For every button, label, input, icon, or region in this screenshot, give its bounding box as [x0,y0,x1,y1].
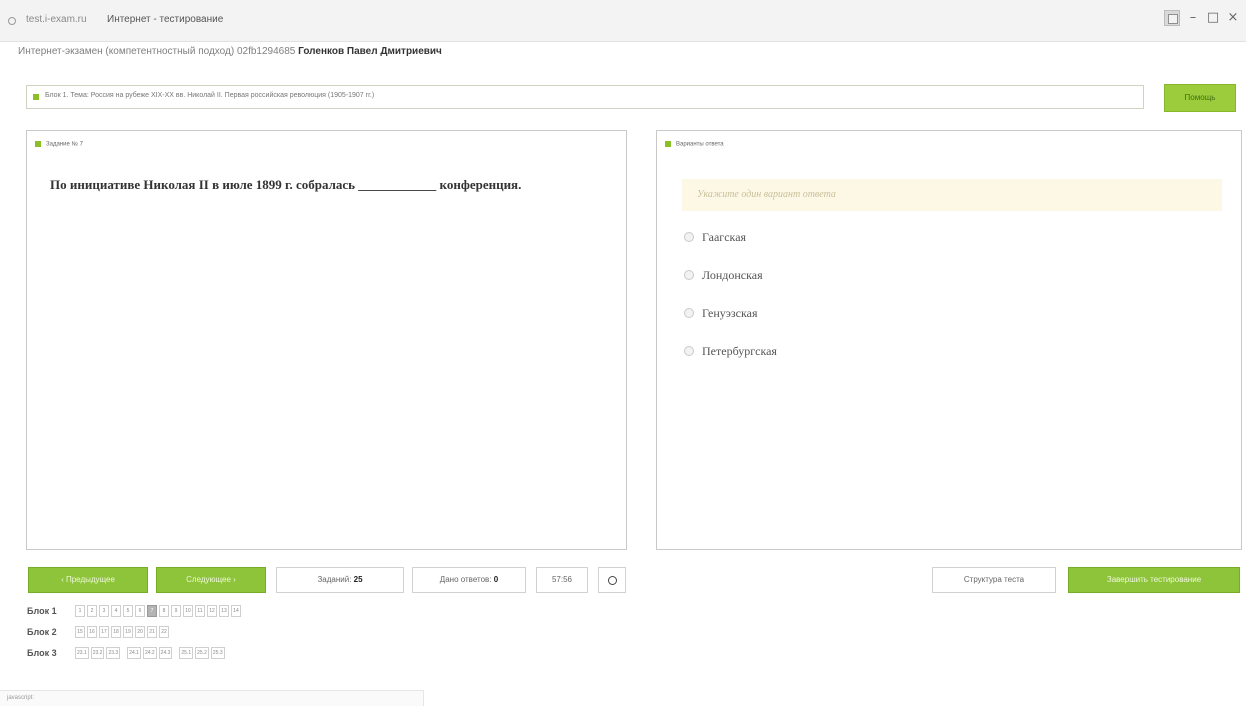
task-page-link[interactable]: 11 [195,605,205,617]
window-controls: – □ × [1164,10,1240,26]
close-icon[interactable]: × [1226,10,1240,26]
task-page-link[interactable]: 9 [171,605,181,617]
student-name: Голенков Павел Дмитриевич [298,46,442,57]
answered-label: Дано ответов: [439,575,492,584]
task-page-link[interactable]: 1 [75,605,85,617]
task-page-link[interactable]: 21 [147,626,157,638]
answer-option[interactable]: Петербургская [684,342,777,360]
block-pages: 15 16 17 18 19 20 21 22 [75,626,174,638]
topic-marker-icon [33,94,39,100]
block-row: Блок 2 15 16 17 18 19 20 21 22 [27,624,174,640]
task-page-link[interactable]: 7 [147,605,157,617]
status-text: javascript: [7,695,35,701]
answer-option[interactable]: Лондонская [684,266,763,284]
exam-prefix: Интернет-экзамен (компетентностный подхо… [18,46,296,57]
task-page-link[interactable]: 5 [123,605,133,617]
radio-icon[interactable] [684,270,694,280]
block-label: Блок 3 [27,648,57,658]
question-text: По инициативе Николая II в июле 1899 г. … [50,177,522,192]
task-page-link[interactable]: 23.2 [90,647,105,659]
task-page-link[interactable]: 23.3 [106,647,121,659]
task-page-link[interactable]: 4 [111,605,121,617]
answered-counter: Дано ответов: 0 [412,567,526,593]
page-group: 23.1 23.2 23.3 [75,647,121,659]
task-page-link[interactable]: 19 [123,626,133,638]
window-url: test.i-exam.ru [26,14,87,25]
task-page-link[interactable]: 17 [99,626,109,638]
topic-bar: Блок 1. Тема: Россия на рубеже XIX-XX вв… [26,85,1144,109]
question-number: Задание № 7 [46,141,83,148]
title-bar: test.i-exam.ru Интернет - тестирование –… [0,0,1246,42]
answers-title: Варианты ответа [676,141,724,148]
block-pages: 1 2 3 4 5 6 7 8 9 10 11 12 13 14 [75,605,246,617]
minimize-icon[interactable]: – [1186,10,1200,26]
radio-icon[interactable] [684,232,694,242]
page-group: 24.1 24.2 24.3 [127,647,173,659]
task-page-link[interactable]: 13 [219,605,229,617]
question-panel: Задание № 7 По инициативе Николая II в и… [26,130,627,550]
block-label: Блок 2 [27,627,57,637]
question-marker-icon [35,141,41,147]
app-icon[interactable] [1164,10,1180,26]
answers-header: Варианты ответа [665,141,724,148]
task-page-link[interactable]: 14 [231,605,241,617]
block-row: Блок 1 1 2 3 4 5 6 7 8 9 10 11 12 13 14 [27,603,246,619]
answers-panel: Варианты ответа Укажите один вариант отв… [656,130,1242,550]
block-label: Блок 1 [27,606,57,616]
window-title: Интернет - тестирование [107,14,224,25]
exam-info: Интернет-экзамен (компетентностный подхо… [18,46,442,57]
task-page-link[interactable]: 8 [159,605,169,617]
task-page-link[interactable]: 6 [135,605,145,617]
answer-option[interactable]: Генуэзская [684,304,757,322]
page-icon [8,17,16,25]
next-button[interactable]: Следующее › [156,567,266,593]
gear-icon [608,576,617,585]
task-page-link[interactable]: 10 [183,605,193,617]
task-page-link[interactable]: 12 [207,605,217,617]
task-page-link[interactable]: 3 [99,605,109,617]
timer: 57:56 [536,567,588,593]
test-structure-button[interactable]: Структура теста [932,567,1056,593]
task-page-link[interactable]: 25.1 [179,647,194,659]
topic-text: Блок 1. Тема: Россия на рубеже XIX-XX вв… [45,92,375,99]
task-page-link[interactable]: 15 [75,626,85,638]
settings-button[interactable] [598,567,626,593]
task-page-link[interactable]: 25.3 [210,647,225,659]
answers-marker-icon [665,141,671,147]
answered-value: 0 [493,575,499,584]
answer-option[interactable]: Гаагская [684,228,746,246]
answer-hint: Укажите один вариант ответа [682,179,1222,211]
finish-test-button[interactable]: Завершить тестирование [1068,567,1240,593]
page-group: 15 16 17 18 19 20 21 22 [75,626,169,638]
task-page-link[interactable]: 2 [87,605,97,617]
answer-option-label[interactable]: Лондонская [702,268,763,283]
help-button[interactable]: Помощь [1164,84,1236,112]
task-page-link[interactable]: 24.3 [158,647,173,659]
previous-button[interactable]: ‹ Предыдущее [28,567,148,593]
tasks-value: 25 [353,575,363,584]
block-pages: 23.1 23.2 23.3 24.1 24.2 24.3 25.1 25.2 25.3 [75,647,230,659]
answer-option-label[interactable]: Гаагская [702,230,746,245]
task-page-link[interactable]: 24.1 [127,647,141,659]
tasks-label: Заданий: [317,575,352,584]
block-row: Блок 3 23.1 23.2 23.3 24.1 24.2 24.3 25.1 25.2 25… [27,645,230,661]
radio-icon[interactable] [684,308,694,318]
task-page-link[interactable]: 18 [111,626,121,638]
radio-icon[interactable] [684,346,694,356]
tasks-counter: Заданий: 25 [276,567,404,593]
maximize-icon[interactable]: □ [1206,10,1220,26]
task-page-link[interactable]: 20 [135,626,145,638]
task-page-link[interactable]: 22 [159,626,169,638]
task-page-link[interactable]: 16 [87,626,97,638]
answer-hint-text: Укажите один вариант ответа [697,189,836,200]
task-page-link[interactable]: 25.2 [195,647,209,659]
task-page-link[interactable]: 24.2 [142,647,157,659]
answer-option-label[interactable]: Генуэзская [702,306,757,321]
answer-option-label[interactable]: Петербургская [702,344,777,359]
status-bar: javascript: [0,690,424,706]
page-group: 25.1 25.2 25.3 [179,647,225,659]
question-header: Задание № 7 [35,141,83,148]
page-group: 1 2 3 4 5 6 7 8 9 10 11 12 13 14 [75,605,241,617]
task-page-link[interactable]: 23.1 [75,647,89,659]
